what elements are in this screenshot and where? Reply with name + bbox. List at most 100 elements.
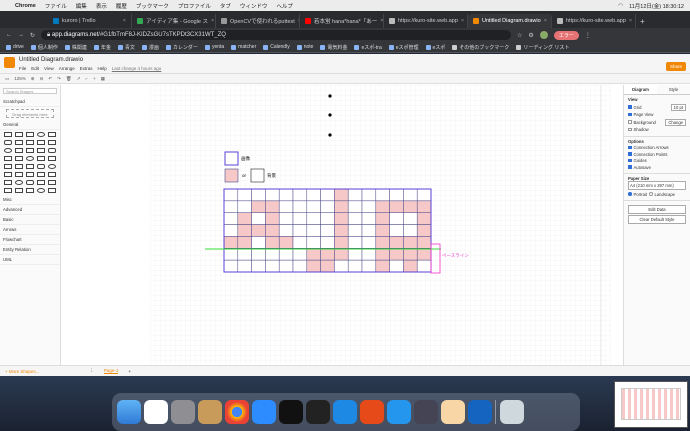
grid-cell-filled[interactable]	[320, 248, 335, 261]
docker-icon[interactable]	[387, 400, 411, 424]
grid-cell[interactable]	[265, 188, 280, 202]
infinity-icon[interactable]	[468, 400, 492, 424]
shape-template[interactable]	[48, 180, 56, 185]
section-uml[interactable]: UML	[0, 255, 60, 265]
shape-template[interactable]	[26, 164, 34, 169]
shape-template[interactable]	[37, 180, 45, 185]
close-tab-icon[interactable]: ×	[629, 18, 632, 24]
grid-cell-filled[interactable]	[403, 236, 418, 249]
paper-size-select[interactable]: A4 (210 mm x 297 mm)	[628, 181, 686, 190]
grid-cell[interactable]	[278, 200, 294, 213]
reload-icon[interactable]: ↻	[30, 32, 35, 39]
extensions-icon[interactable]: ⚙	[528, 32, 533, 39]
zoom-out-icon[interactable]: ⊖	[40, 76, 44, 82]
menubar-item[interactable]: ヘルプ	[276, 2, 293, 10]
shape-template[interactable]	[37, 188, 45, 193]
shape-template[interactable]	[48, 132, 56, 137]
landscape-radio[interactable]	[649, 192, 653, 196]
grid-cell-filled[interactable]	[334, 188, 349, 202]
shape-template[interactable]	[26, 132, 34, 137]
grid-cell[interactable]	[265, 259, 280, 273]
grid-cell[interactable]	[403, 212, 418, 225]
shape-template[interactable]	[26, 180, 34, 185]
grid-cell[interactable]	[361, 259, 377, 273]
grid-cell[interactable]	[306, 236, 321, 249]
section-entity-relation[interactable]: Entity Relation	[0, 245, 60, 255]
checkbox[interactable]	[628, 112, 632, 117]
tab-diagram[interactable]: Diagram	[624, 85, 657, 94]
shape-template[interactable]	[37, 132, 45, 137]
trash-icon[interactable]	[500, 400, 524, 424]
grid-cell[interactable]	[278, 224, 294, 237]
bookmark[interactable]: 青文	[117, 44, 135, 51]
section-general[interactable]: General	[0, 120, 60, 130]
screenshot-thumbnail[interactable]	[614, 381, 688, 428]
grid-cell-filled[interactable]	[375, 248, 390, 261]
grid-cell[interactable]	[292, 188, 308, 202]
dot[interactable]	[328, 94, 332, 98]
grid-cell[interactable]	[347, 248, 363, 261]
grid-cell[interactable]	[389, 212, 404, 225]
undo-icon[interactable]: ↶	[48, 76, 52, 82]
grid-cell-filled[interactable]	[389, 248, 404, 261]
shape-template[interactable]	[37, 164, 45, 169]
menubar-app-name[interactable]: Chrome	[15, 3, 36, 9]
grid-cell-filled[interactable]	[251, 200, 266, 213]
menu-extras[interactable]: Extras	[80, 66, 93, 71]
share-button[interactable]: Share	[665, 62, 686, 71]
legend-background-box[interactable]	[250, 168, 265, 183]
close-tab-icon[interactable]: ×	[211, 18, 214, 24]
bookmark[interactable]: matcher	[231, 44, 256, 50]
delete-icon[interactable]: 🗑︎	[66, 76, 72, 82]
grid-cell[interactable]	[347, 236, 363, 249]
error-button[interactable]: エラー	[553, 30, 579, 40]
checkbox[interactable]	[628, 127, 632, 132]
scratchpad-header[interactable]: Scratchpad	[0, 97, 60, 107]
shape-template[interactable]	[37, 156, 45, 161]
shape-template[interactable]	[15, 156, 23, 161]
browser-tab[interactable]: https://kuro-site.web.app ×	[552, 14, 636, 28]
menubar-item[interactable]: タブ	[220, 2, 231, 10]
grid-cell-filled[interactable]	[416, 212, 432, 225]
grid-cell[interactable]	[292, 248, 308, 261]
grid-cell[interactable]	[361, 224, 377, 237]
option-guides[interactable]: Guides	[628, 158, 686, 163]
section-misc[interactable]: Misc	[0, 195, 60, 205]
grid-cell[interactable]	[347, 259, 363, 273]
grid-cell-filled[interactable]	[389, 200, 404, 213]
grid-cell-filled[interactable]	[237, 212, 252, 225]
section-flowchart[interactable]: Flowchart	[0, 235, 60, 245]
back-icon[interactable]: ←	[6, 32, 12, 38]
new-tab-button[interactable]: +	[636, 17, 649, 28]
grid-cell[interactable]	[223, 212, 239, 225]
grid-cell[interactable]	[223, 224, 239, 237]
grid-cell[interactable]	[320, 200, 335, 213]
grid-cell[interactable]	[361, 212, 377, 225]
profile-avatar[interactable]	[539, 31, 548, 39]
grid-cell-filled[interactable]	[416, 224, 432, 237]
bookmark[interactable]: Calendly	[263, 44, 290, 50]
grid-cell[interactable]	[361, 236, 377, 249]
bookmark[interactable]: 個人制作	[30, 44, 58, 51]
shape-template[interactable]	[15, 148, 23, 153]
shape-template[interactable]	[4, 132, 12, 137]
grid-cell[interactable]	[375, 188, 390, 202]
grid-cell[interactable]	[320, 236, 335, 249]
grid-cell[interactable]	[306, 200, 321, 213]
grid-cell-filled[interactable]	[375, 212, 390, 225]
grid-cell-filled[interactable]	[403, 200, 418, 213]
menubar-item[interactable]: 表示	[96, 2, 107, 10]
checkbox[interactable]	[628, 158, 632, 163]
grid-cell[interactable]	[223, 259, 239, 273]
grid-cell-filled[interactable]	[334, 212, 349, 225]
edit-data-button[interactable]: Edit Data	[628, 204, 686, 214]
diagram-title[interactable]: Untitled Diagram.drawio	[19, 57, 83, 63]
grid-cell-filled[interactable]	[223, 236, 239, 249]
option-autosave[interactable]: Autosave	[628, 165, 686, 170]
checkbox[interactable]	[628, 145, 632, 150]
grid-cell[interactable]	[403, 224, 418, 237]
grid-cell[interactable]	[278, 188, 294, 202]
finder-icon[interactable]	[117, 400, 141, 424]
grid-cell[interactable]	[306, 224, 321, 237]
shape-template[interactable]	[4, 164, 12, 169]
